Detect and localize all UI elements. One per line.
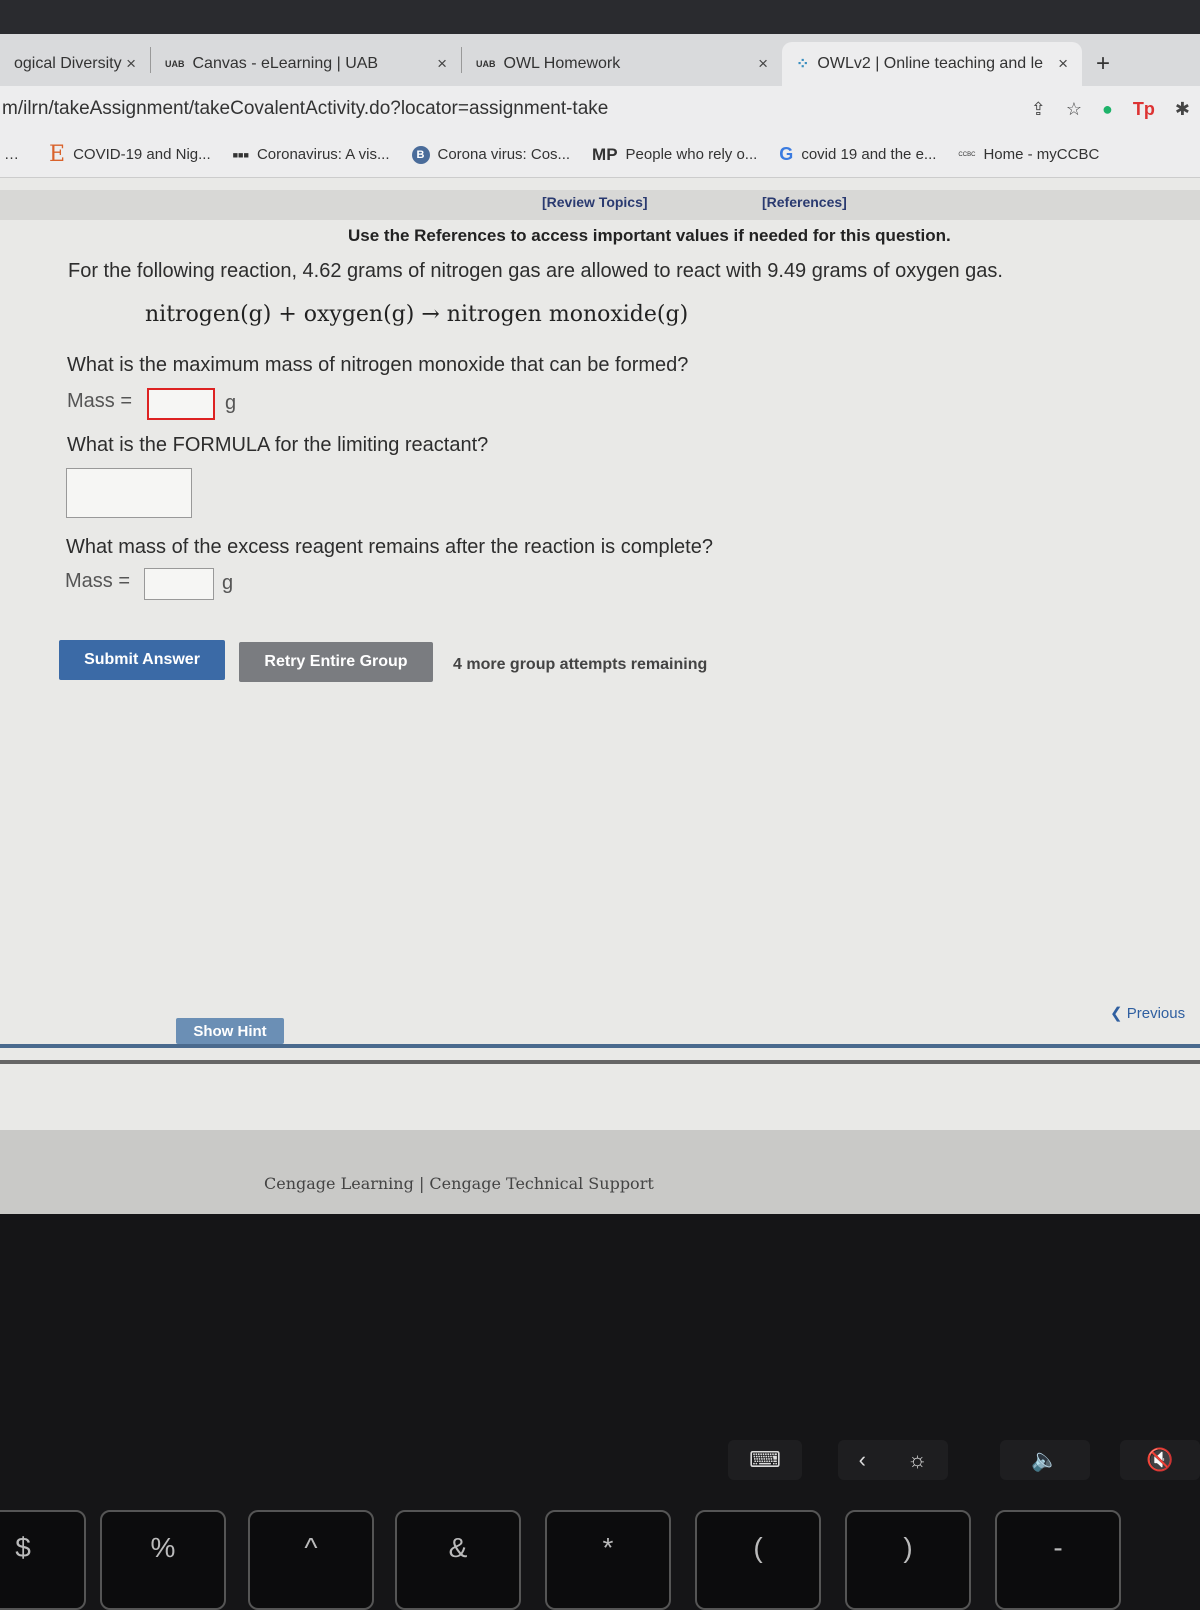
bookmark-label: Corona virus: Cos... [437, 146, 571, 163]
mass-label: Mass = [67, 390, 133, 412]
tab-label: OWL Homework [503, 55, 621, 72]
unit-g: g [225, 392, 237, 414]
cengage-learning-link[interactable]: Cengage Learning [264, 1174, 414, 1193]
key-right-paren[interactable]: ) [845, 1510, 971, 1610]
uab-icon: UAB [476, 59, 496, 69]
bookmarks-overflow[interactable]: … [4, 146, 19, 163]
bookmark-favicon: E [49, 142, 66, 167]
unit-g: g [222, 572, 234, 594]
tab-owlv2[interactable]: ⁘ OWLv2 | Online teaching and le × [782, 42, 1082, 86]
key-ampersand[interactable]: & [395, 1510, 521, 1610]
close-icon[interactable]: × [437, 54, 447, 74]
chevron-left-icon[interactable]: ‹ [859, 1447, 866, 1473]
reference-bar: [Review Topics] [References] [0, 190, 1200, 220]
close-icon[interactable]: × [758, 54, 768, 74]
submit-answer-button[interactable]: Submit Answer [59, 640, 225, 680]
address-bar: m/ilrn/takeAssignment/takeCovalentActivi… [0, 86, 1200, 132]
tp-extension-icon[interactable]: Tp [1133, 99, 1155, 120]
close-icon[interactable]: × [126, 54, 136, 74]
key-asterisk[interactable]: * [545, 1510, 671, 1610]
tab-diversity[interactable]: ogical Diversity × [0, 42, 150, 86]
close-icon[interactable]: × [1058, 54, 1068, 74]
mass-input-2[interactable] [144, 568, 214, 600]
question-excess-mass: What mass of the excess reagent remains … [66, 536, 713, 558]
chevron-left-icon: ❮ [1110, 1005, 1123, 1022]
owl-spinner-icon: ⁘ [796, 56, 810, 73]
bookmark-favicon: ■■■ [232, 149, 249, 160]
previous-button[interactable]: ❮ Previous [1110, 1004, 1185, 1022]
bookmark-item[interactable]: B Corona virus: Cos... [411, 145, 571, 164]
bookmark-favicon: B [411, 145, 430, 164]
question-max-mass: What is the maximum mass of nitrogen mon… [67, 354, 689, 376]
puzzle-icon[interactable]: ✱ [1175, 99, 1190, 120]
bookmark-favicon: CCBC [958, 151, 976, 158]
mass-label: Mass = [65, 570, 131, 592]
keyboard-icon[interactable]: ⌨ [728, 1440, 802, 1480]
retry-group-button[interactable]: Retry Entire Group [239, 642, 433, 682]
previous-label: Previous [1126, 1005, 1186, 1022]
url-input[interactable]: m/ilrn/takeAssignment/takeCovalentActivi… [0, 98, 1021, 120]
key-percent[interactable]: % [100, 1510, 226, 1610]
bookmark-favicon: G [779, 144, 794, 164]
bookmark-label: Home - myCCBC [983, 146, 1100, 163]
new-tab-button[interactable]: + [1082, 42, 1124, 86]
mass-input-1[interactable] [147, 388, 215, 420]
bookmark-item[interactable]: Gcovid 19 and the e... [779, 144, 936, 165]
bookmark-item[interactable]: MP People who rely o... [592, 145, 757, 165]
question-limiting-reactant: What is the FORMULA for the limiting rea… [67, 434, 489, 456]
tab-label: OWLv2 | Online teaching and le [817, 55, 1044, 72]
divider [0, 1044, 1200, 1048]
bookmark-label: COVID-19 and Nig... [73, 146, 211, 163]
volume-icon[interactable]: 🔈 [1000, 1440, 1090, 1480]
tab-owl-homework[interactable]: UAB OWL Homework × [462, 42, 782, 86]
footer: Cengage Learning | Cengage Technical Sup… [0, 1130, 1200, 1214]
key-dollar[interactable]: $ [0, 1510, 86, 1610]
bookmark-item[interactable]: CCBC Home - myCCBC [958, 146, 1099, 163]
tab-label: Canvas - eLearning | UAB [192, 55, 379, 72]
bookmark-label: People who rely o... [625, 146, 758, 163]
tab-label: ogical Diversity [14, 55, 122, 72]
share-icon[interactable]: ⇪ [1031, 99, 1046, 120]
bookmark-label: Coronavirus: A vis... [256, 146, 390, 163]
touchbar-controls: ‹ ☼ [838, 1440, 948, 1480]
bookmark-item[interactable]: ■■■ Coronavirus: A vis... [233, 146, 390, 163]
brightness-icon[interactable]: ☼ [907, 1447, 927, 1473]
formula-input[interactable] [66, 468, 192, 518]
cengage-support-link[interactable]: Cengage Technical Support [429, 1174, 653, 1193]
bookmarks-bar: … E COVID-19 and Nig... ■■■ Coronavirus: A… [0, 132, 1200, 178]
review-topics-link[interactable]: [Review Topics] [542, 194, 648, 210]
separator: | [418, 1174, 425, 1193]
tab-bar: ogical Diversity × UAB Canvas - eLearning … [0, 34, 1200, 86]
mute-icon[interactable]: 🔇 [1120, 1440, 1200, 1480]
screen-bezel [0, 0, 1200, 34]
attempts-remaining: 4 more group attempts remaining [453, 656, 708, 673]
question-prompt: For the following reaction, 4.62 grams o… [68, 260, 1003, 282]
bookmark-favicon: MP [592, 144, 618, 164]
key-caret[interactable]: ^ [248, 1510, 374, 1610]
divider [0, 1060, 1200, 1064]
show-hint-button[interactable]: Show Hint [176, 1018, 284, 1044]
question-page: [Review Topics] [References] Use the Ref… [0, 178, 1200, 1214]
bookmark-label: covid 19 and the e... [801, 146, 937, 163]
key-minus[interactable]: - [995, 1510, 1121, 1610]
key-left-paren[interactable]: ( [695, 1510, 821, 1610]
references-link[interactable]: [References] [762, 194, 847, 210]
footer-links: Cengage Learning | Cengage Technical Sup… [264, 1174, 654, 1193]
bookmark-item[interactable]: E COVID-19 and Nig... [49, 142, 211, 167]
tab-canvas[interactable]: UAB Canvas - eLearning | UAB × [151, 42, 461, 86]
uab-icon: UAB [165, 59, 185, 69]
references-note: Use the References to access important v… [348, 226, 951, 245]
reaction-equation: nitrogen(g) + oxygen(g) → nitrogen monox… [145, 302, 689, 327]
star-icon[interactable]: ☆ [1066, 99, 1082, 120]
grammarly-icon[interactable]: ● [1102, 99, 1113, 120]
